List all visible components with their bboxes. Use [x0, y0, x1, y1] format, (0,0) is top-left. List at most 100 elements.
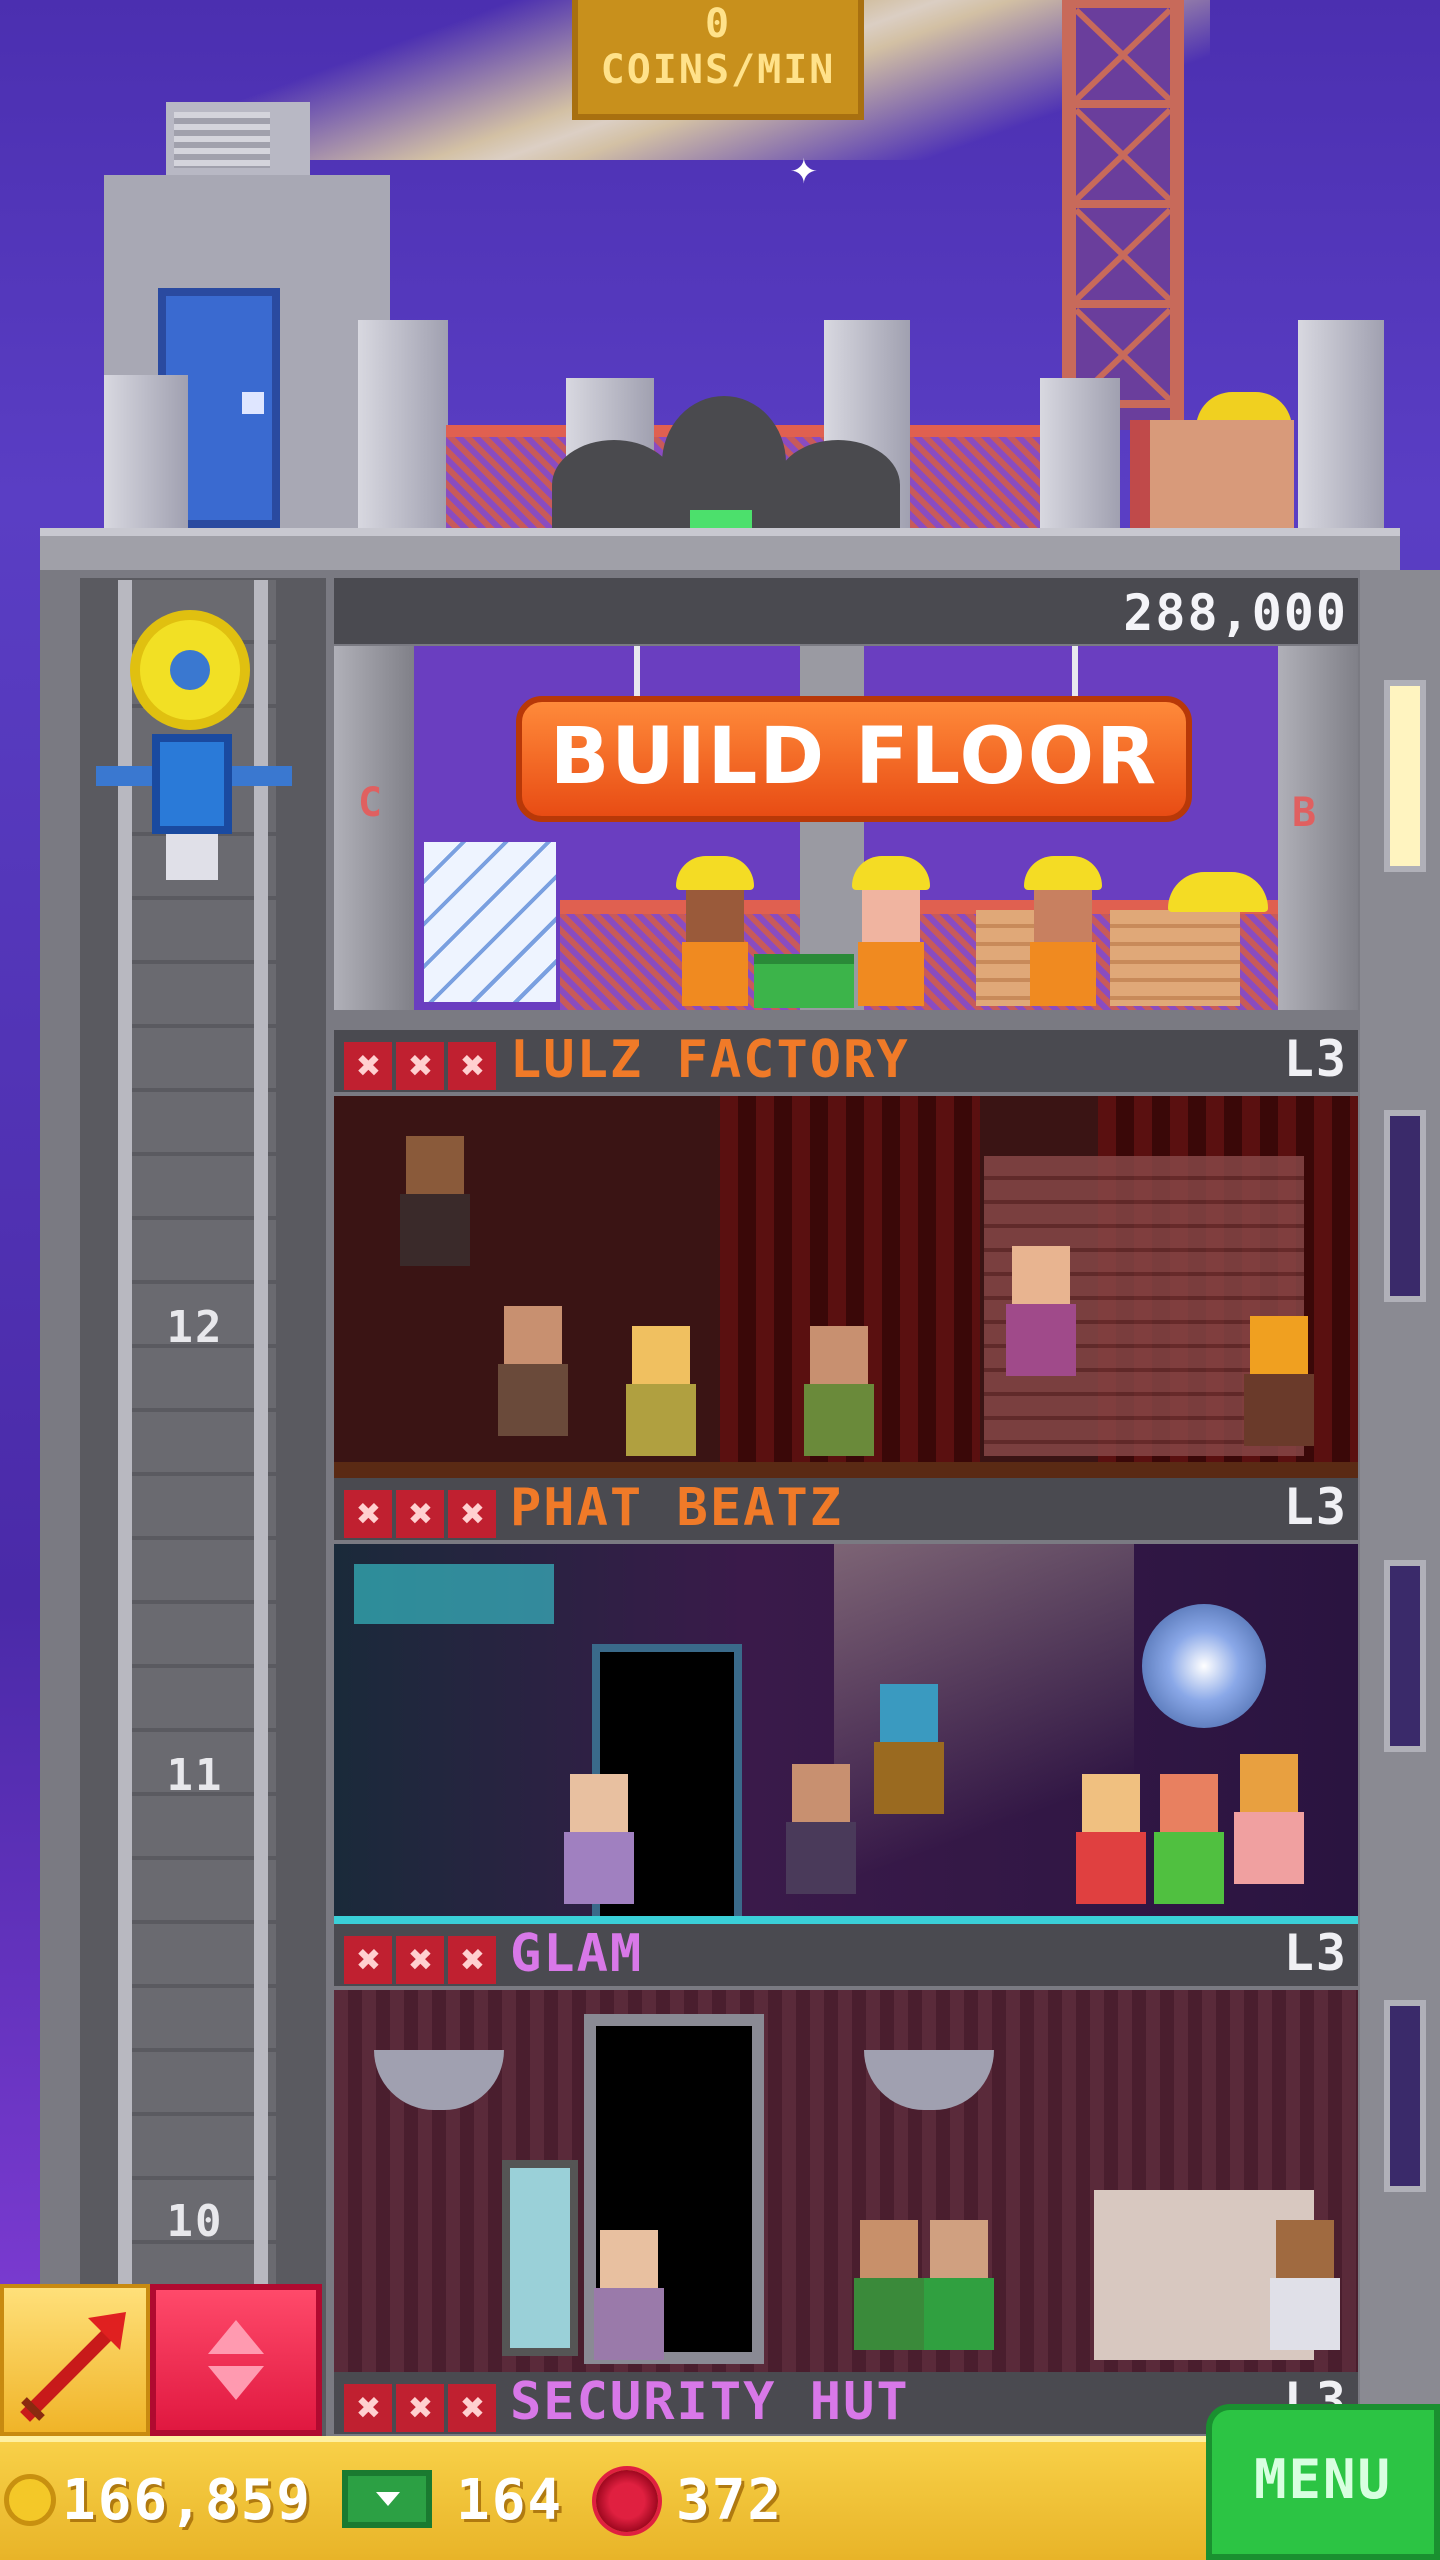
window [1384, 1560, 1426, 1752]
elevator-cabin [152, 734, 232, 834]
worker-body [858, 942, 924, 1006]
elevator-car[interactable] [96, 606, 296, 896]
coins-per-min-banner: 0 COINS/MIN [572, 0, 864, 120]
pulley-wheel-icon [130, 610, 250, 730]
wall-letter: C [358, 780, 385, 826]
disco-ball-icon [1142, 1604, 1266, 1728]
stock-empty-icon: ✖ [344, 1042, 392, 1090]
dj[interactable] [874, 1684, 944, 1814]
roof-pillar [1298, 320, 1384, 530]
stock-empty-icon: ✖ [396, 2384, 444, 2432]
bitizen[interactable] [1006, 1246, 1076, 1376]
crane [1062, 0, 1184, 430]
construction-worker [676, 856, 754, 1006]
stock-empty-icon: ✖ [344, 1936, 392, 1984]
hard-hat-icon [1168, 872, 1268, 912]
worker-body [682, 942, 748, 1006]
gem-icon [596, 2470, 658, 2532]
roof-pillar [358, 320, 448, 530]
raffle-tool-button[interactable] [0, 2284, 150, 2436]
stock-empty-icon: ✖ [448, 2384, 496, 2432]
window [1384, 2000, 1426, 2192]
stock-empty-icon: ✖ [396, 1490, 444, 1538]
satellite-dome [776, 440, 900, 530]
floor-number-label: 12 [166, 1302, 224, 1353]
door-knob [242, 392, 264, 414]
build-floor-button[interactable]: BUILD FLOOR [516, 696, 1192, 822]
window [1384, 680, 1426, 872]
supply-crate [1130, 420, 1294, 530]
worker-face [862, 890, 920, 942]
roof-ledge [40, 528, 1400, 574]
stock-indicators: ✖ ✖ ✖ [344, 1036, 500, 1090]
menu-button[interactable]: MENU [1206, 2404, 1440, 2560]
stock-empty-icon: ✖ [448, 1936, 496, 1984]
roof-pillar [1040, 378, 1120, 530]
floor-room-lulz-factory[interactable] [334, 1096, 1358, 1482]
floor-number-label: 11 [166, 1750, 224, 1801]
stock-empty-icon: ✖ [448, 1042, 496, 1090]
bitizen[interactable] [1076, 1774, 1146, 1904]
toolbox [754, 954, 854, 1008]
construction-worker [1024, 856, 1102, 1006]
star-icon: ✦ [790, 140, 818, 194]
lumber-stack [1110, 910, 1240, 1006]
floor-room-phat-beatz[interactable] [334, 1544, 1358, 1930]
bitizen[interactable] [924, 2220, 994, 2350]
floor-name: GLAM [510, 1924, 644, 1984]
bitizen[interactable] [786, 1764, 856, 1894]
hard-hat-icon [852, 856, 930, 890]
floor-number-label: 10 [166, 2196, 224, 2247]
worker-face [686, 890, 744, 942]
stock-empty-icon: ✖ [344, 1490, 392, 1538]
bitizen[interactable] [804, 1326, 874, 1456]
floor-level: L3 [1283, 1924, 1348, 1982]
hard-hat-icon [676, 856, 754, 890]
stock-indicators: ✖ ✖ ✖ [344, 1930, 500, 1984]
bitizen[interactable] [626, 1326, 696, 1456]
build-floor-cost: 288,000 [1123, 584, 1348, 642]
worker-body [1030, 942, 1096, 1006]
coin-icon [4, 2474, 56, 2526]
chandelier-icon [864, 2050, 994, 2110]
elevator-hook [166, 834, 218, 880]
floor-level: L3 [1283, 1030, 1348, 1088]
green-light [690, 510, 752, 528]
worker-face [1034, 890, 1092, 942]
window [1384, 1110, 1426, 1302]
vent [174, 112, 270, 168]
bitizen[interactable] [854, 2220, 924, 2350]
satellite-dome [552, 440, 676, 530]
chandelier-icon [374, 2050, 504, 2110]
coins-per-min-value: 0 [704, 1, 732, 47]
stock-empty-icon: ✖ [448, 1490, 496, 1538]
coins-per-min-label: COINS/MIN [600, 47, 836, 93]
glass-pane [424, 842, 556, 1002]
bitizen[interactable] [594, 2230, 664, 2360]
floor-name: PHAT BEATZ [510, 1478, 844, 1538]
bitizen[interactable] [564, 1774, 634, 1904]
portrait [400, 1136, 470, 1266]
roof-pillar [104, 375, 188, 530]
bitizen[interactable] [1234, 1754, 1304, 1884]
elevator-up-down-button[interactable] [150, 2284, 322, 2436]
bitizen[interactable] [1154, 1774, 1224, 1904]
floor-level: L3 [1283, 1478, 1348, 1536]
mirror [502, 2160, 578, 2356]
stock-indicators: ✖ ✖ ✖ [344, 2378, 500, 2432]
gems-amount: 372 [676, 2468, 784, 2533]
construction-wall-left [334, 646, 414, 1010]
floor-room-glam[interactable] [334, 1990, 1358, 2376]
sign-hanger [634, 646, 640, 702]
stock-empty-icon: ✖ [396, 1042, 444, 1090]
bitizen[interactable] [1244, 1316, 1314, 1446]
tower-bux-icon[interactable] [342, 2470, 432, 2528]
bitizen[interactable] [1270, 2220, 1340, 2350]
bar-counter [354, 1564, 554, 1624]
bitizen[interactable] [498, 1306, 568, 1436]
bux-amount: 164 [456, 2468, 564, 2533]
floor-name: SECURITY HUT [510, 2372, 910, 2432]
wall-letter: B [1292, 790, 1319, 836]
pickaxe-arrow-icon [20, 2312, 126, 2422]
construction-worker [852, 856, 930, 1006]
